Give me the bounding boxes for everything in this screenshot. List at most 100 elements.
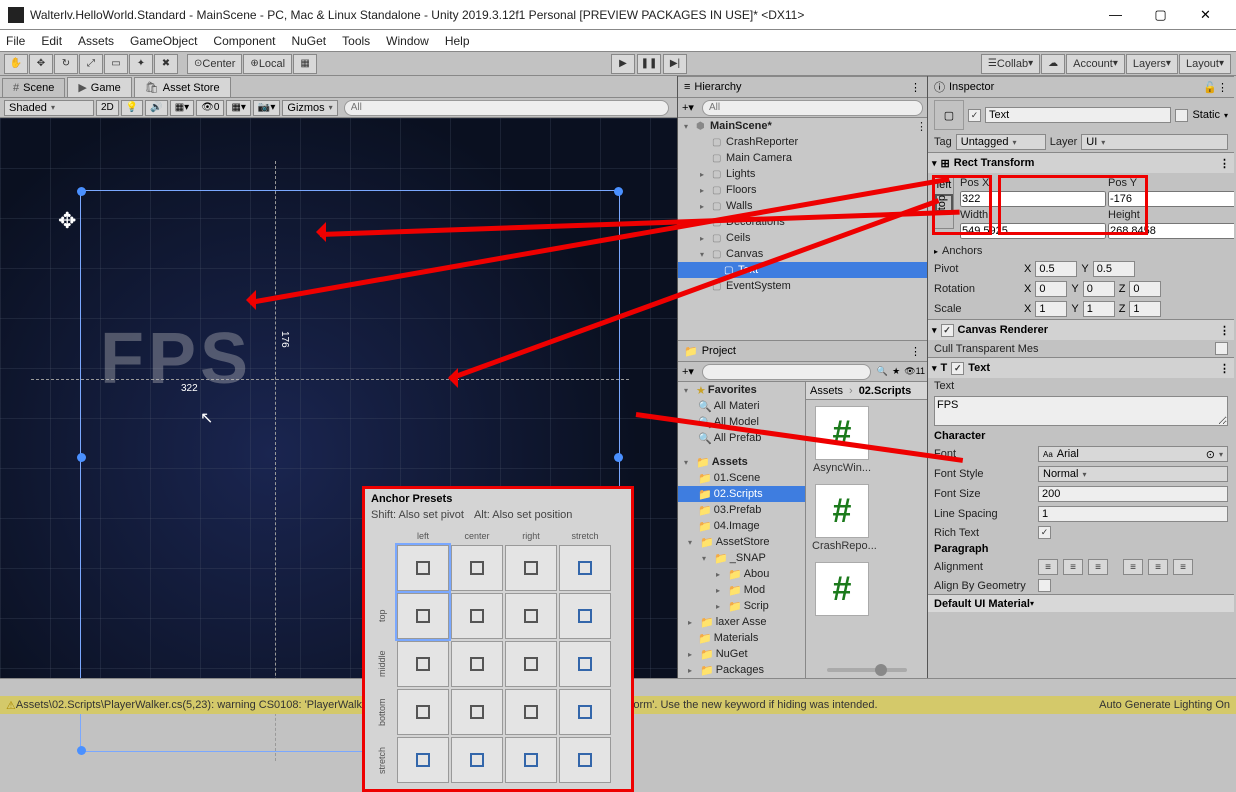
hierarchy-item[interactable]: ▾▢Canvas [678, 246, 927, 262]
align-center-button[interactable]: ≡ [1063, 559, 1083, 575]
hierarchy-item-selected[interactable]: ▢Text [678, 262, 927, 278]
move-tool-button[interactable]: ✥ [29, 54, 53, 74]
asset-item[interactable]: # [812, 562, 872, 618]
tab-assetstore[interactable]: 🛍Asset Store [134, 77, 231, 97]
audio-toggle[interactable]: 🔊 [145, 100, 167, 116]
layout-button[interactable]: Layout ▾ [1179, 54, 1231, 74]
scene-view[interactable]: 322 176 FPS ✥ ↖ Anchor Presets Shift: Al… [0, 118, 677, 678]
width-field[interactable] [960, 223, 1106, 239]
scene-menu-icon[interactable]: ⋮ [916, 120, 927, 133]
shading-dropdown[interactable]: Shaded [4, 100, 94, 116]
minimize-button[interactable]: — [1093, 0, 1138, 30]
canvas-text-object[interactable]: FPS [100, 318, 252, 400]
play-button[interactable]: ▶ [611, 54, 635, 74]
custom-tool-button[interactable]: ✖ [154, 54, 178, 74]
font-style-dropdown[interactable]: Normal [1038, 466, 1228, 482]
asset-item[interactable]: #AsyncWin... [812, 406, 872, 474]
project-tree[interactable]: ▾★Favorites 🔍All Materi 🔍All Model 🔍All … [678, 382, 806, 678]
hierarchy-tree[interactable]: ▾⬢MainScene*⋮ ▢CrashReporter ▢Main Camer… [678, 118, 927, 340]
component-menu-icon[interactable]: ⋮ [1219, 324, 1230, 337]
posx-field[interactable] [960, 191, 1106, 207]
menu-component[interactable]: Component [213, 34, 275, 48]
menu-edit[interactable]: Edit [41, 34, 62, 48]
font-size-field[interactable] [1038, 486, 1228, 502]
fx-toggle[interactable]: ▦▾ [170, 100, 194, 116]
pause-button[interactable]: ❚❚ [637, 54, 661, 74]
preset-top-center[interactable] [451, 593, 503, 639]
rect-tool-button[interactable]: ▭ [104, 54, 128, 74]
hierarchy-item[interactable]: ▸▢Ceils [678, 230, 927, 246]
space-button[interactable]: ⊕Local [243, 54, 292, 74]
valign-mid-button[interactable]: ≡ [1148, 559, 1168, 575]
component-menu-icon[interactable]: ⋮ [1219, 157, 1230, 170]
project-search[interactable] [702, 364, 871, 380]
step-button[interactable]: ▶| [663, 54, 687, 74]
tab-scene[interactable]: #Scene [2, 78, 65, 97]
filter-icon[interactable]: 🔍 [875, 366, 890, 377]
static-checkbox[interactable] [1175, 109, 1188, 122]
preset-top-stretch[interactable] [559, 593, 611, 639]
preset-stretch-left[interactable] [397, 737, 449, 783]
thumbnail-size-slider[interactable] [827, 668, 907, 672]
preset-current[interactable] [397, 545, 449, 591]
preset-bottom-center[interactable] [451, 689, 503, 735]
rotate-tool-button[interactable]: ↻ [54, 54, 78, 74]
preset-stretch-stretch[interactable] [559, 737, 611, 783]
asset-item[interactable]: #CrashRepo... [812, 484, 872, 552]
preset-middle-stretch[interactable] [559, 641, 611, 687]
preset-middle-center[interactable] [451, 641, 503, 687]
project-breadcrumb[interactable]: Assets›02.Scripts [806, 382, 927, 400]
rot-y-field[interactable] [1083, 281, 1115, 297]
layers-button[interactable]: Layers ▾ [1126, 54, 1178, 74]
preset-cell[interactable] [505, 545, 557, 591]
anchor-gizmo-icon[interactable]: ✥ [58, 208, 76, 234]
preset-middle-left[interactable] [397, 641, 449, 687]
scale-y-field[interactable] [1083, 301, 1115, 317]
light-toggle[interactable]: 💡 [121, 100, 143, 116]
rot-x-field[interactable] [1035, 281, 1067, 297]
transform-tool-button[interactable]: ✦ [129, 54, 153, 74]
hierarchy-item[interactable]: ▸▢Decorations [678, 214, 927, 230]
preset-bottom-right[interactable] [505, 689, 557, 735]
handle-bl[interactable] [77, 746, 86, 755]
lighting-status[interactable]: Auto Generate Lighting On [1099, 699, 1230, 711]
rot-z-field[interactable] [1129, 281, 1161, 297]
scale-z-field[interactable] [1129, 301, 1161, 317]
preset-bottom-left[interactable] [397, 689, 449, 735]
hierarchy-item[interactable]: ▢CrashReporter [678, 134, 927, 150]
font-field[interactable]: AaArial⊙ [1038, 446, 1228, 462]
active-checkbox[interactable]: ✓ [968, 109, 981, 122]
text-component-header[interactable]: ▾T✓Text⋮ [928, 358, 1234, 378]
account-button[interactable]: Account ▾ [1066, 54, 1125, 74]
handle-tl[interactable] [77, 187, 86, 196]
pivot-button[interactable]: ⊙Center [187, 54, 242, 74]
camera-toggle[interactable]: 📷▾ [253, 100, 280, 116]
align-left-button[interactable]: ≡ [1038, 559, 1058, 575]
object-name-field[interactable] [985, 107, 1171, 123]
create-button[interactable]: +▾ [678, 101, 698, 114]
preset-stretch-center[interactable] [451, 737, 503, 783]
hierarchy-item[interactable]: ▢Main Camera [678, 150, 927, 166]
layer-dropdown[interactable]: UI [1081, 134, 1228, 150]
preset-top-right[interactable] [505, 593, 557, 639]
maximize-button[interactable]: ▢ [1138, 0, 1183, 30]
preset-top-left[interactable] [397, 593, 449, 639]
line-spacing-field[interactable] [1038, 506, 1228, 522]
pivot-x-field[interactable] [1035, 261, 1077, 277]
panel-menu-icon[interactable]: ⋮ [910, 345, 921, 358]
preset-cell[interactable] [451, 545, 503, 591]
panel-menu-icon[interactable]: ⋮ [1217, 81, 1228, 94]
favorite-icon[interactable]: ★ [890, 366, 902, 377]
valign-top-button[interactable]: ≡ [1123, 559, 1143, 575]
menu-nuget[interactable]: NuGet [291, 34, 326, 48]
cloud-button[interactable]: ☁ [1041, 54, 1065, 74]
preset-stretch-right[interactable] [505, 737, 557, 783]
preset-cell[interactable] [559, 545, 611, 591]
2d-toggle[interactable]: 2D [96, 100, 119, 116]
scale-x-field[interactable] [1035, 301, 1067, 317]
preset-bottom-stretch[interactable] [559, 689, 611, 735]
handle-mr[interactable] [614, 453, 623, 462]
snap-button[interactable]: ▦ [293, 54, 317, 74]
rect-transform-header[interactable]: ▾⊞Rect Transform⋮ [928, 153, 1234, 173]
tag-dropdown[interactable]: Untagged [956, 134, 1046, 150]
